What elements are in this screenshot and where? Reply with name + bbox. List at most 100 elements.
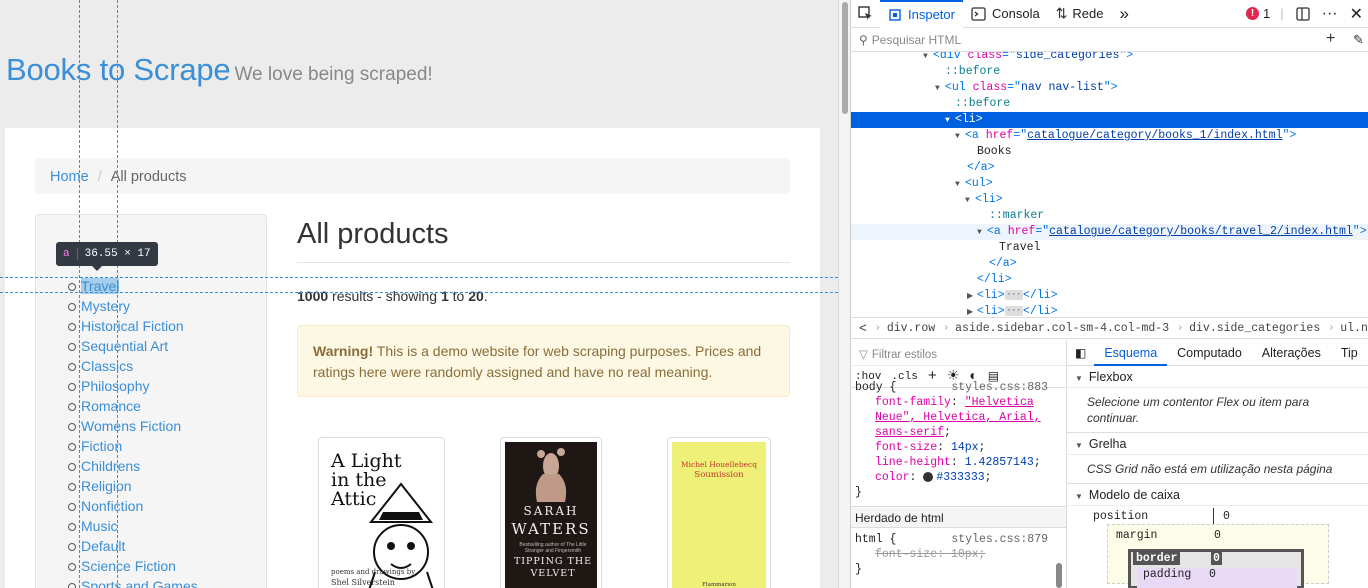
search-input[interactable]: Pesquisar HTML [872,33,961,47]
dom-breadcrumb-item[interactable]: div.row [887,322,943,335]
category-link[interactable]: Science Fiction [81,558,176,574]
collapse-triangle-icon: ▼ [1075,441,1083,450]
tab-network[interactable]: ⇅ Rede [1048,0,1112,28]
category-link[interactable]: Mystery [81,298,130,314]
tree-node[interactable]: ▼ <ul class="nav nav-list"> [851,80,1368,96]
results-to: 20 [468,288,484,304]
category-link[interactable]: Philosophy [81,378,150,394]
category-link[interactable]: Default [81,538,125,554]
dom-breadcrumb-item[interactable]: div.side_categories [1189,322,1328,335]
border-value[interactable]: 0 [1211,552,1222,565]
toggle-sidebar-icon[interactable]: ◧ [1067,340,1094,366]
margin-label: margin [1116,529,1158,542]
toolbar-divider: | [1280,6,1284,21]
margin-value[interactable]: 0 [1214,529,1221,542]
close-icon[interactable]: ✕ [1344,0,1368,28]
tree-node[interactable]: ▶ <li> ··· </li> [851,288,1368,304]
rule-close: } [855,486,862,499]
grid-section-header[interactable]: ▼ Grelha [1067,433,1368,455]
collapsed-ellipsis-icon[interactable]: ··· [1004,305,1024,316]
tree-node[interactable]: Books [851,144,1368,160]
category-link[interactable]: Womens Fiction [81,418,181,434]
picker-icon [858,6,872,20]
tab-inspector[interactable]: Inspetor [880,0,963,28]
rules-scrollbar-thumb[interactable] [1056,563,1062,588]
search-icon: ⚲ [859,33,868,47]
category-link[interactable]: Romance [81,398,141,414]
category-link[interactable]: Religion [81,478,132,494]
category-item: Historical Fiction [66,317,198,337]
styles-filter[interactable]: ▽ Filtrar estilos [851,340,1066,366]
tab-layout[interactable]: Esquema [1094,340,1168,366]
collapsed-ellipsis-icon[interactable]: ··· [1004,289,1024,300]
padding-box: padding 0 [1137,568,1297,588]
css-declaration-overridden[interactable]: font-size: 10px; [855,547,1066,562]
tab-console[interactable]: Consola [963,0,1048,28]
eyedropper-icon[interactable]: ✎ [1353,32,1364,48]
tree-node[interactable]: ::before [851,96,1368,112]
flexbox-message: Selecione um contentor Flex ou item para… [1067,388,1368,433]
color-swatch[interactable] [923,471,934,482]
dom-breadcrumb-item[interactable]: aside.sidebar.col-sm-4.col-md-3 [955,322,1177,335]
padding-value[interactable]: 0 [1209,568,1216,581]
error-indicator[interactable]: ! 1 [1242,0,1274,28]
tree-node[interactable]: ▶ <li> ··· </li> [851,304,1368,316]
styles-filter-input[interactable]: Filtrar estilos [872,349,937,361]
more-tabs-chevron-icon[interactable]: » [1112,0,1137,28]
category-link[interactable]: Nonfiction [81,498,143,514]
tree-node[interactable]: ▼ <div class="side_categories"> [851,52,1368,64]
book-thumbnail[interactable]: SARAH WATERS Bestselling author of The L… [500,437,602,588]
rules-pane: ▽ Filtrar estilos :hov .cls + ☀ ◐ ▤ body … [851,340,1067,588]
tree-node[interactable]: ▼ <li> [851,192,1368,208]
category-item: Romance [66,397,198,417]
boxmodel-section-header[interactable]: ▼ Modelo de caixa [1067,484,1368,506]
overflow-menu-icon[interactable]: ··· [1316,0,1344,28]
filter-icon: ▽ [859,349,868,361]
tree-node[interactable]: </a> [851,256,1368,272]
brand-link[interactable]: Books to Scrape [6,52,231,87]
chevron-right-icon: › [1177,322,1184,334]
css-declaration[interactable]: color: #333333; [855,470,1066,485]
rule-selector: body { [855,381,897,394]
book-thumbnail[interactable]: Michel Houellebecq Soumission Flammarion [667,437,771,588]
tree-node-selected[interactable]: ▼ <li> [851,112,1368,128]
tree-node[interactable]: </a> [851,160,1368,176]
position-value[interactable]: 0 [1223,510,1230,523]
website-viewport: Books to Scrape We love being scraped! Ho… [0,0,838,588]
element-picker-button[interactable] [851,0,880,28]
tree-node[interactable]: </li> [851,272,1368,288]
rule-source-link[interactable]: styles.css:879 [951,532,1048,547]
tab-changes[interactable]: Alterações [1252,340,1331,366]
dom-breadcrumb-item[interactable]: ul.nav.nav-list [1340,322,1368,335]
css-declaration[interactable]: font-size: 14px; [855,440,1066,455]
inspector-guide-line [117,0,118,588]
tree-node[interactable]: Travel [851,240,1368,256]
category-link[interactable]: Sports and Games [81,578,198,588]
scrollbar-thumb[interactable] [842,2,848,114]
category-link[interactable]: Music [81,518,118,534]
tree-node[interactable]: ▼ <ul> [851,176,1368,192]
category-link[interactable]: Childrens [81,458,140,474]
category-link[interactable]: Historical Fiction [81,318,184,334]
tree-node-hovered[interactable]: ▼ <a href="catalogue/category/books/trave… [851,224,1368,240]
css-declaration[interactable]: line-height: 1.42857143; [855,455,1066,470]
tab-computed[interactable]: Computado [1167,340,1252,366]
flexbox-section-header[interactable]: ▼ Flexbox [1067,366,1368,388]
breadcrumb-home[interactable]: Home [50,169,89,185]
dock-button[interactable] [1290,0,1316,28]
breadcrumb-back-chevron-icon[interactable]: < [851,321,875,336]
inspector-icon [889,8,901,21]
category-link[interactable]: Sequential Art [81,338,168,354]
category-link[interactable]: Classics [81,358,133,374]
rule-source-link[interactable]: styles.css:883 [951,380,1048,395]
tree-node[interactable]: ::marker [851,208,1368,224]
book-thumbnail[interactable]: A Light in the Attic poems and drawings … [318,437,445,588]
tree-node[interactable]: ::before [851,64,1368,80]
website-scrollbar[interactable] [838,0,850,588]
tree-node[interactable]: ▼ <a href="catalogue/category/books_1/ind… [851,128,1368,144]
css-declaration[interactable]: font-family: "Helvetica Neue", Helvetica… [855,395,1066,440]
html-search[interactable]: ⚲ Pesquisar HTML + ✎ [851,28,1368,52]
tab-fonts[interactable]: Tip [1331,340,1368,366]
layout-tabs: ◧ Esquema Computado Alterações Tip [1067,340,1368,366]
add-node-icon[interactable]: + [1326,30,1335,48]
